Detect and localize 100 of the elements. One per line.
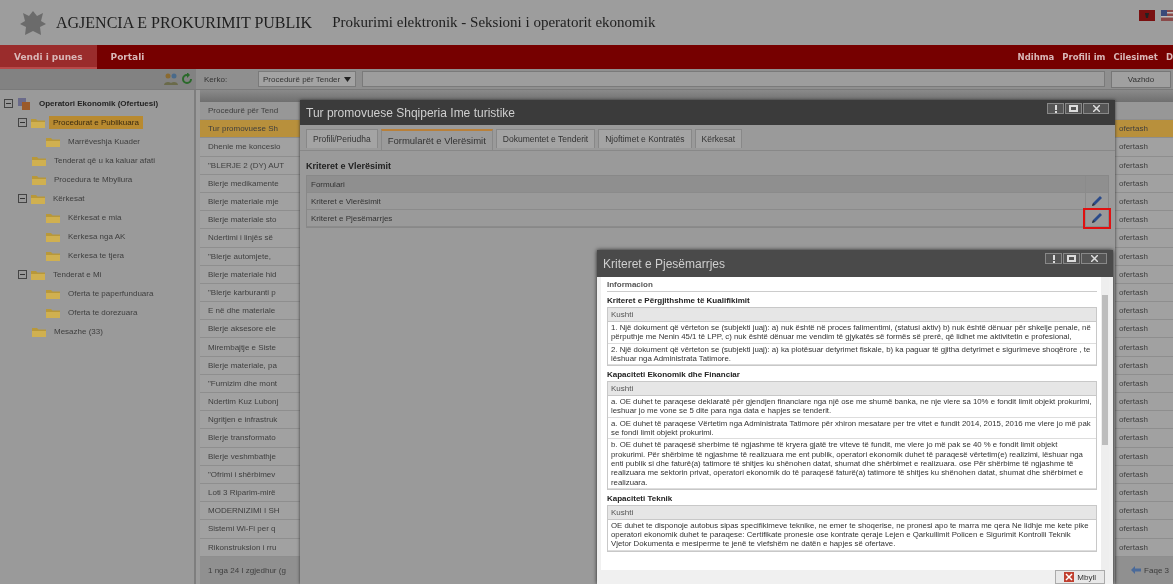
tree-item[interactable]: Tenderat që u ka kaluar afati — [50, 154, 159, 167]
folder-icon — [31, 193, 45, 204]
search-field[interactable] — [362, 71, 1105, 87]
close-button[interactable] — [1081, 253, 1107, 264]
table-cell-text: ofertash — [1119, 360, 1149, 370]
table-cell-text: ofertash — [1119, 306, 1149, 316]
folder-icon — [32, 326, 46, 337]
window-title: Kriteret e Pjesëmarrjes — [603, 256, 726, 271]
pencil-icon — [1091, 212, 1103, 224]
maximize-button[interactable] — [1063, 253, 1080, 264]
table-cell-text: Blerje transformato — [207, 433, 276, 443]
table-cell-text: ofertash — [1119, 378, 1149, 388]
caret-icon — [344, 76, 352, 82]
table-cell-text: Blerje materiale hid — [207, 269, 277, 279]
tree-item[interactable]: Procedurat e Publikuara — [49, 116, 143, 129]
maximize-icon — [1067, 255, 1076, 262]
table-cell-text: Kriteret e Vlerësimit — [310, 196, 382, 206]
tab[interactable]: Dokumentet e Tenderit — [495, 129, 596, 148]
tree-item[interactable]: Kerkesa nga AK — [64, 230, 130, 243]
tab[interactable]: Kërkesat — [694, 129, 743, 148]
expander-toggle[interactable] — [4, 99, 13, 108]
tree-item[interactable]: Marrëveshja Kuader — [64, 135, 145, 148]
column-header: Kushti — [608, 308, 1096, 322]
table-cell-text: ofertash — [1119, 124, 1149, 134]
folder-icon — [46, 250, 60, 261]
table-cell-text: E në dhe materiale — [207, 306, 276, 316]
maximize-icon — [1069, 105, 1078, 112]
table-cell-text: "Blerje automjete, — [207, 251, 271, 261]
expander-toggle[interactable] — [18, 270, 27, 279]
table-cell-text: ofertash — [1119, 178, 1149, 188]
page-label: Faqe 3 — [1144, 565, 1169, 575]
table-cell-text: Blerje veshmbathje — [207, 451, 277, 461]
exclamation-icon — [1054, 104, 1057, 113]
type-select[interactable]: Procedurë për Tender — [258, 71, 357, 87]
table-cell-text: ofertash — [1119, 197, 1149, 207]
tree-item[interactable]: Tenderat e Mi — [49, 268, 106, 281]
search-label: Kerko: — [204, 74, 229, 84]
table-cell-text: ofertash — [1119, 142, 1149, 152]
maximize-button[interactable] — [1065, 103, 1082, 114]
table-cell-text: ofertash — [1119, 160, 1149, 170]
table-cell-text: "Ofrimi i shërbimev — [207, 469, 276, 479]
tree-item[interactable]: Mesazhe (33) — [50, 325, 107, 338]
table-cell-text: "Blerje karburanti p — [207, 287, 276, 297]
nav-link[interactable]: D — [1165, 52, 1173, 62]
folder-icon — [46, 212, 60, 223]
close-button[interactable]: Mbyll — [1055, 570, 1105, 584]
tree-item[interactable]: Oferta te paperfunduara — [64, 287, 158, 300]
table-cell-text: ofertash — [1119, 215, 1149, 225]
table-cell-text: Loti 3 Riparim-mirë — [207, 488, 276, 498]
window-title: Tur promovuese Shqiperia Ime turistike — [306, 105, 515, 120]
nav-link[interactable]: Ndihma — [1017, 52, 1055, 62]
table-cell-text: ofertash — [1119, 524, 1149, 534]
table-cell-text: ofertash — [1119, 324, 1149, 334]
nav-link[interactable]: Cilesimet — [1113, 52, 1158, 62]
tree-item[interactable]: Kerkesa te tjera — [64, 249, 129, 262]
scrollbar[interactable] — [1101, 277, 1109, 570]
nav-tab[interactable]: Vendi i punes — [0, 45, 97, 69]
filter-cell-text: Procedurë për Tend — [207, 106, 279, 116]
expander-toggle[interactable] — [18, 118, 27, 127]
tree-item[interactable]: Kërkesat — [49, 192, 89, 205]
table-cell-text: Kriteret e Pjesëmarrjes — [310, 213, 394, 223]
nav-tab[interactable]: Portali — [96, 45, 159, 69]
help-button[interactable] — [1045, 253, 1062, 264]
tree-item[interactable]: Procedura te Mbyllura — [50, 173, 137, 186]
fieldset-legend: Informacion — [607, 279, 1097, 292]
table-cell-text: "Furnizim dhe mont — [207, 378, 278, 388]
app-title: Prokurimi elektronik - Seksioni i operatorit ekonomik — [332, 14, 656, 31]
table-cell-text: ofertash — [1119, 251, 1149, 261]
tree-item[interactable]: Oferta te dorezuara — [64, 306, 142, 319]
section-heading: Kapaciteti Teknik — [607, 492, 674, 505]
edit-button[interactable] — [1091, 195, 1103, 207]
folder-icon — [31, 117, 45, 128]
tab[interactable]: Profili/Periudha — [306, 129, 378, 148]
close-button[interactable] — [1083, 103, 1109, 114]
folder-icon — [46, 288, 60, 299]
refresh-icon — [182, 73, 192, 85]
tree-item[interactable]: Operatori Ekonomik (Ofertuesi) — [35, 97, 163, 110]
nav-link[interactable]: Profili im — [1062, 52, 1106, 62]
organization-icon — [17, 97, 31, 110]
table-cell-text: ofertash — [1119, 506, 1149, 516]
selection-count: 1 nga 24 I zgjedhur (g — [207, 565, 286, 575]
expander-toggle[interactable] — [18, 194, 27, 203]
table-cell-text: ofertash — [1119, 269, 1149, 279]
column-header: Kushti — [608, 505, 1096, 520]
pencil-icon — [1091, 195, 1103, 207]
table-cell-text: ofertash — [1119, 342, 1149, 352]
flag-icon — [1161, 10, 1173, 21]
tab[interactable]: Njoftimet e Kontratës — [598, 129, 692, 148]
tree-item[interactable]: Kërkesat e mia — [64, 211, 126, 224]
section-heading: Kriteret e Përgjithshme të Kualifikimit — [607, 295, 751, 307]
continue-button[interactable]: Vazhdo — [1111, 70, 1171, 88]
tab[interactable]: Formularët e Vlerësimit — [380, 129, 493, 150]
table-cell-text: Blerje materiale mje — [207, 197, 279, 207]
help-button[interactable] — [1047, 103, 1064, 114]
exclamation-icon — [1052, 254, 1055, 263]
edit-button[interactable] — [1091, 212, 1103, 224]
table-cell-text: Blerje medikamente — [207, 178, 279, 188]
close-icon — [1092, 105, 1100, 112]
folder-icon — [46, 307, 60, 318]
table-cell-text: Blerje materiale, pa — [207, 360, 277, 370]
